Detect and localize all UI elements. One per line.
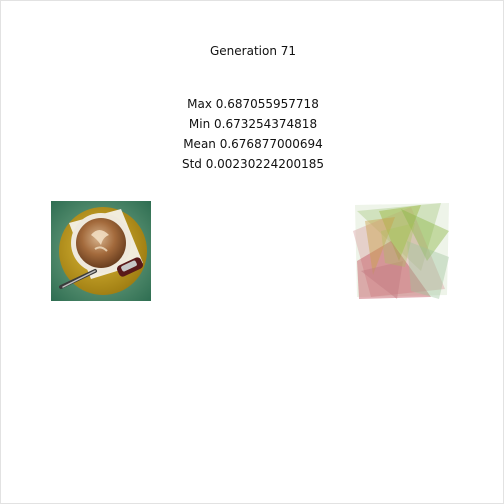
stat-min: Min 0.673254374818 <box>188 117 318 131</box>
target-image <box>51 201 151 301</box>
stat-max: Max 0.687055957718 <box>187 97 319 111</box>
stat-mean: Mean 0.676877000694 <box>183 137 323 151</box>
app-window: Generation 71 Max 0.687055957718 Min 0.6… <box>0 0 504 504</box>
stat-std: Std 0.00230224200185 <box>181 157 325 171</box>
coffee-cup-icon <box>51 201 151 301</box>
evolved-image <box>351 201 451 301</box>
generation-title: Generation 71 <box>209 44 297 58</box>
fitness-stats: Max 0.687055957718 Min 0.673254374818 Me… <box>1 94 504 174</box>
polygon-approximation-icon <box>351 201 451 301</box>
